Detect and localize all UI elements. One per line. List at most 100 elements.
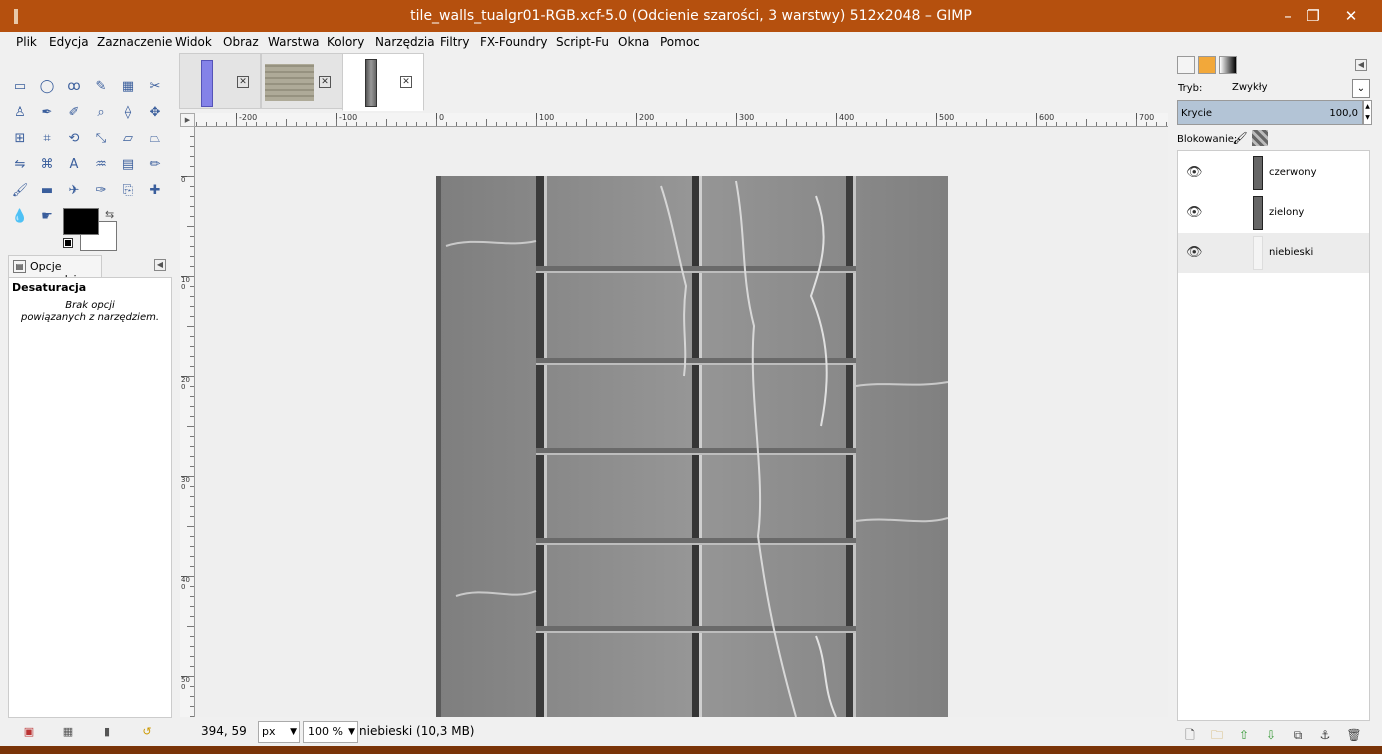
restore-options-icon[interactable]: ▦: [61, 725, 75, 739]
layer-row-niebieski[interactable]: 👁 niebieski: [1178, 233, 1369, 273]
pencil-icon[interactable]: ✏: [146, 156, 164, 174]
text-icon[interactable]: A: [65, 156, 83, 174]
ellipse-select-icon[interactable]: ◯: [38, 78, 56, 96]
image-tab-2[interactable]: ✕: [261, 53, 343, 109]
new-layer-icon[interactable]: 🗋: [1182, 727, 1198, 743]
opacity-slider[interactable]: Krycie 100,0: [1177, 100, 1363, 125]
menu-kolory[interactable]: Kolory: [327, 35, 364, 49]
heal-icon[interactable]: ✚: [146, 182, 164, 200]
move-icon[interactable]: ✥: [146, 104, 164, 122]
foreground-color-swatch[interactable]: [63, 208, 99, 235]
delete-layer-icon[interactable]: 🗑: [1346, 727, 1362, 743]
menu-zaznaczenie[interactable]: Zaznaczenie: [97, 35, 172, 49]
image-canvas[interactable]: [195, 127, 1168, 717]
ruler-minor-tick: [190, 216, 194, 217]
visibility-eye-icon[interactable]: 👁: [1186, 246, 1203, 260]
free-select-icon[interactable]: ꝏ: [65, 78, 83, 96]
mode-select[interactable]: Zwykły ⌄: [1230, 79, 1370, 98]
select-by-color-icon[interactable]: ▦: [119, 78, 137, 96]
paintbrush-icon[interactable]: 🖌: [11, 182, 29, 200]
image-content[interactable]: [436, 176, 948, 717]
smudge-icon[interactable]: ☛: [38, 208, 56, 226]
menu-edycja[interactable]: Edycja: [49, 35, 89, 49]
new-layer-group-icon[interactable]: 🗀: [1209, 727, 1225, 743]
menu-filtry[interactable]: Filtry: [440, 35, 469, 49]
paths-tab-icon[interactable]: [1219, 56, 1237, 74]
fuzzy-select-icon[interactable]: ✎: [92, 78, 110, 96]
scissors-icon[interactable]: ✂: [146, 78, 164, 96]
clone-icon[interactable]: ⎘: [119, 182, 137, 200]
rect-select-icon[interactable]: ▭: [11, 78, 29, 96]
shear-icon[interactable]: ▱: [119, 130, 137, 148]
menu-pomoc[interactable]: Pomoc: [660, 35, 700, 49]
bucket-fill-icon[interactable]: ♒: [92, 156, 110, 174]
save-options-icon[interactable]: ▣: [22, 725, 36, 739]
ruler-minor-tick: [756, 122, 757, 126]
ruler-minor-tick: [1036, 119, 1037, 126]
default-colors-icon[interactable]: [63, 238, 73, 248]
image-tab-1[interactable]: ✕: [179, 53, 261, 109]
raise-layer-icon[interactable]: ⇧: [1236, 727, 1252, 743]
measure-icon[interactable]: ⟠: [119, 104, 137, 122]
swap-colors-icon[interactable]: ⇆: [105, 208, 114, 221]
menu-script-fu[interactable]: Script-Fu: [556, 35, 609, 49]
scale-icon[interactable]: ⤡: [92, 130, 110, 148]
ruler-minor-tick: [536, 119, 537, 126]
ruler-minor-tick: [326, 122, 327, 126]
reset-options-icon[interactable]: ↺: [140, 725, 154, 739]
channels-tab-icon[interactable]: [1198, 56, 1216, 74]
zoom-select[interactable]: 100 % ▼: [303, 721, 358, 743]
image-tab-3[interactable]: ✕: [342, 53, 424, 111]
duplicate-layer-icon[interactable]: ⧉: [1290, 727, 1306, 743]
ruler-minor-tick: [426, 122, 427, 126]
flip-icon[interactable]: ⇋: [11, 156, 29, 174]
close-tab-icon[interactable]: ✕: [237, 76, 249, 88]
visibility-eye-icon[interactable]: 👁: [1186, 166, 1203, 180]
ruler-minor-tick: [190, 556, 194, 557]
menu-obraz[interactable]: Obraz: [223, 35, 259, 49]
ink-icon[interactable]: ✑: [92, 182, 110, 200]
layer-row-zielony[interactable]: 👁 zielony: [1178, 193, 1369, 233]
blend-icon[interactable]: ▤: [119, 156, 137, 174]
lock-pixels-icon[interactable]: 🖌: [1232, 130, 1248, 146]
anchor-layer-icon[interactable]: ⚓: [1317, 727, 1333, 743]
close-tab-icon[interactable]: ✕: [319, 76, 331, 88]
rotate-icon[interactable]: ⟲: [65, 130, 83, 148]
chevron-down-icon: ⌄: [1352, 79, 1370, 98]
lock-alpha-icon[interactable]: [1252, 130, 1268, 146]
color-picker-icon[interactable]: ✐: [65, 104, 83, 122]
tab-tool-options[interactable]: ▤ Opcje narzędzia: [8, 255, 102, 286]
ruler-minor-tick: [866, 122, 867, 126]
menu-okna[interactable]: Okna: [618, 35, 649, 49]
zoom-icon[interactable]: ⌕: [92, 104, 110, 122]
close-window-button[interactable]: ✕: [1336, 4, 1366, 28]
crop-icon[interactable]: ⌗: [38, 130, 56, 148]
restore-button[interactable]: ❐: [1298, 4, 1328, 28]
layer-row-czerwony[interactable]: 👁 czerwony: [1178, 153, 1369, 193]
perspective-icon[interactable]: ⏢: [146, 130, 164, 148]
ruler-minor-tick: [676, 122, 677, 126]
close-tab-icon[interactable]: ✕: [400, 76, 412, 88]
menu-fx-foundry[interactable]: FX-Foundry: [480, 35, 548, 49]
cage-icon[interactable]: ⌘: [38, 156, 56, 174]
panel-menu-icon[interactable]: ◀: [1355, 59, 1367, 71]
lower-layer-icon[interactable]: ⇩: [1263, 727, 1279, 743]
ruler-minor-tick: [576, 122, 577, 126]
airbrush-icon[interactable]: ✈: [65, 182, 83, 200]
paths-icon[interactable]: ✒: [38, 104, 56, 122]
foreground-select-icon[interactable]: ♙: [11, 104, 29, 122]
menu-plik[interactable]: Plik: [16, 35, 37, 49]
blur-icon[interactable]: 💧: [11, 208, 29, 226]
opacity-spinner[interactable]: ▲ ▼: [1363, 100, 1372, 125]
navigate-corner-button[interactable]: ▶: [180, 113, 195, 127]
menu-warstwa[interactable]: Warstwa: [268, 35, 320, 49]
menu-widok[interactable]: Widok: [175, 35, 212, 49]
layers-tab-icon[interactable]: [1177, 56, 1195, 74]
visibility-eye-icon[interactable]: 👁: [1186, 206, 1203, 220]
align-icon[interactable]: ⊞: [11, 130, 29, 148]
unit-select[interactable]: px ▼: [258, 721, 300, 743]
panel-menu-icon[interactable]: ◀: [154, 259, 166, 271]
menu-narzedzia[interactable]: Narzędzia: [375, 35, 435, 49]
eraser-icon[interactable]: ▬: [38, 182, 56, 200]
delete-options-icon[interactable]: ▮: [100, 725, 114, 739]
